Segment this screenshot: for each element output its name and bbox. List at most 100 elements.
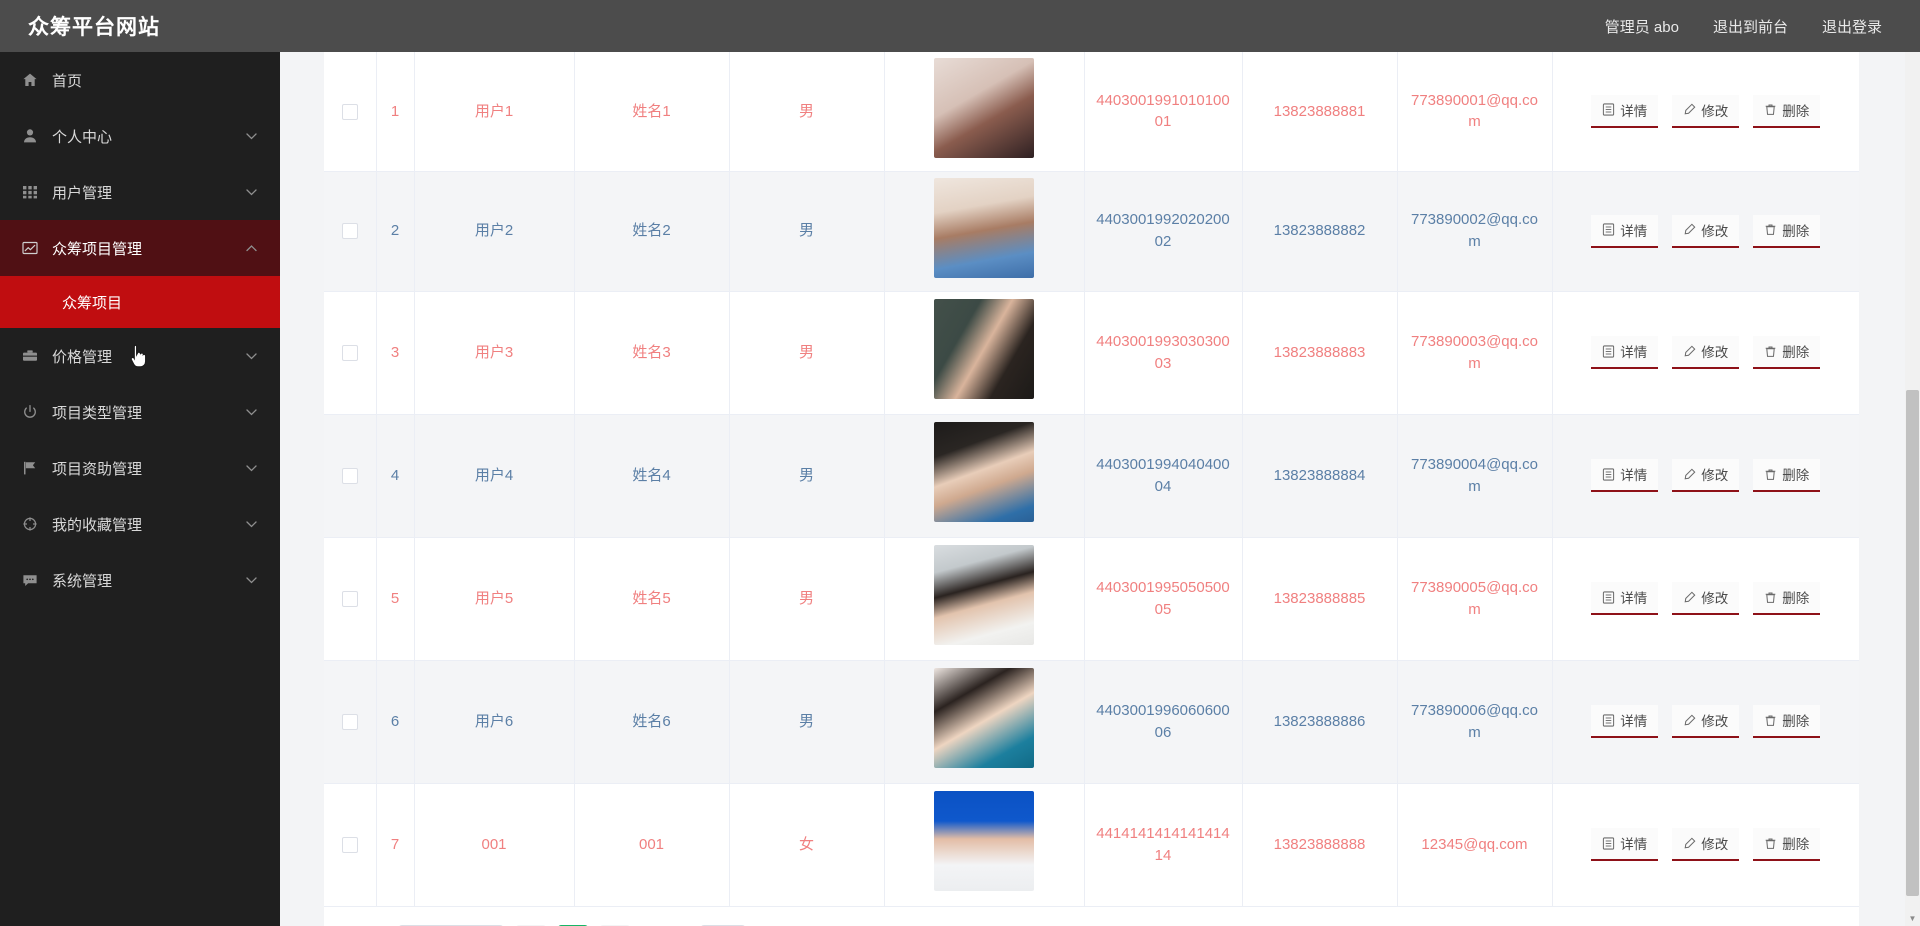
row-phone-cell: 13823888886 xyxy=(1242,660,1398,784)
row-index-cell: 3 xyxy=(376,291,415,415)
detail-button[interactable]: 详情 xyxy=(1591,336,1659,369)
row-phone-cell: 13823888882 xyxy=(1242,171,1398,292)
chevron-up-icon[interactable] xyxy=(244,244,258,252)
vertical-scrollbar[interactable]: ▼ xyxy=(1905,52,1920,926)
chevron-down-icon[interactable] xyxy=(244,520,258,528)
row-checkbox[interactable] xyxy=(341,103,358,120)
pencil-icon xyxy=(1684,103,1696,115)
detail-button-label: 详情 xyxy=(1620,468,1648,483)
edit-button[interactable]: 修改 xyxy=(1672,459,1740,492)
detail-button[interactable]: 详情 xyxy=(1591,828,1659,861)
row-action-group: 详情 修改 删除 xyxy=(1561,828,1852,861)
row-select-cell[interactable] xyxy=(324,171,377,292)
edit-button[interactable]: 修改 xyxy=(1672,336,1740,369)
flag-icon xyxy=(22,460,48,476)
delete-button-label: 删除 xyxy=(1782,223,1810,239)
sidebar-item-crowdfunding-management[interactable]: 众筹项目管理 xyxy=(0,220,280,276)
edit-button[interactable]: 修改 xyxy=(1672,94,1740,128)
table-row[interactable]: 7 001 001 女 441414141414141414 138238888… xyxy=(324,783,1859,907)
row-name-cell: 姓名6 xyxy=(574,660,730,784)
delete-button[interactable]: 删除 xyxy=(1753,459,1821,492)
table-row[interactable]: 3 用户3 姓名3 男 440300199303030003 138238888… xyxy=(324,291,1859,415)
row-checkbox[interactable] xyxy=(341,836,358,853)
chevron-down-icon[interactable] xyxy=(244,464,258,472)
trash-icon xyxy=(1765,591,1776,603)
row-select-cell[interactable] xyxy=(324,660,377,784)
exit-to-frontend-link[interactable]: 退出到前台 xyxy=(1713,16,1788,37)
row-actions-cell: 详情 修改 删除 xyxy=(1552,537,1859,661)
chevron-down-icon[interactable] xyxy=(244,408,258,416)
table-row[interactable]: 2 用户2 姓名2 男 440300199202020002 138238888… xyxy=(324,171,1859,292)
delete-button[interactable]: 删除 xyxy=(1753,214,1821,248)
edit-button[interactable]: 修改 xyxy=(1672,705,1740,738)
sidebar-item-personal-center[interactable]: 个人中心 xyxy=(0,108,280,164)
detail-button[interactable]: 详情 xyxy=(1591,705,1659,738)
user-icon xyxy=(22,128,48,144)
row-checkbox[interactable] xyxy=(341,223,358,240)
avatar-image xyxy=(934,299,1034,400)
detail-button[interactable]: 详情 xyxy=(1591,459,1659,492)
sidebar-item-home[interactable]: 首页 xyxy=(0,52,280,108)
detail-button[interactable]: 详情 xyxy=(1591,214,1659,248)
chevron-down-icon[interactable] xyxy=(244,132,258,140)
edit-button-label: 修改 xyxy=(1701,714,1729,729)
row-action-group: 详情 修改 删除 xyxy=(1561,214,1852,248)
chevron-down-icon[interactable] xyxy=(244,352,258,360)
row-index-cell: 1 xyxy=(376,52,415,172)
detail-button[interactable]: 详情 xyxy=(1591,94,1659,128)
row-name-cell: 姓名1 xyxy=(574,52,730,172)
sidebar-label-my-favorites-management: 我的收藏管理 xyxy=(52,516,143,534)
sidebar-item-price-management[interactable]: 价格管理 xyxy=(0,328,280,384)
edit-button[interactable]: 修改 xyxy=(1672,214,1740,248)
row-index-cell: 4 xyxy=(376,414,415,538)
delete-button[interactable]: 删除 xyxy=(1753,94,1821,128)
admin-name-label[interactable]: 管理员 abo xyxy=(1605,16,1679,37)
scrollbar-thumb[interactable] xyxy=(1906,390,1919,896)
row-checkbox[interactable] xyxy=(341,713,358,730)
row-select-cell[interactable] xyxy=(324,414,377,538)
delete-button[interactable]: 删除 xyxy=(1753,705,1821,738)
delete-button[interactable]: 删除 xyxy=(1753,582,1821,615)
row-name-cell: 姓名4 xyxy=(574,414,730,538)
row-idcard-cell: 440300199101010001 xyxy=(1084,52,1243,172)
edit-button-label: 修改 xyxy=(1701,223,1729,239)
table-row[interactable]: 6 用户6 姓名6 男 440300199606060006 138238888… xyxy=(324,660,1859,784)
table-row[interactable]: 5 用户5 姓名5 男 440300199505050005 138238888… xyxy=(324,537,1859,661)
row-select-cell[interactable] xyxy=(324,783,377,907)
sidebar-item-user-management[interactable]: 用户管理 xyxy=(0,164,280,220)
row-select-cell[interactable] xyxy=(324,291,377,415)
row-actions-cell: 详情 修改 删除 xyxy=(1552,414,1859,538)
avatar-image xyxy=(934,177,1034,278)
detail-button[interactable]: 详情 xyxy=(1591,582,1659,615)
sidebar-item-my-favorites-management[interactable]: 我的收藏管理 xyxy=(0,496,280,552)
row-email-cell: 773890002@qq.com xyxy=(1397,171,1553,292)
row-phone-cell: 13823888883 xyxy=(1242,291,1398,415)
table-row[interactable]: 4 用户4 姓名4 男 440300199404040004 138238888… xyxy=(324,414,1859,538)
row-checkbox[interactable] xyxy=(341,344,358,361)
sidebar-item-project-funding-management[interactable]: 项目资助管理 xyxy=(0,440,280,496)
row-idcard-cell: 440300199606060006 xyxy=(1084,660,1243,784)
row-select-cell[interactable] xyxy=(324,537,377,661)
trash-icon xyxy=(1765,224,1776,235)
delete-button[interactable]: 删除 xyxy=(1753,336,1821,369)
sidebar-subitem-crowdfunding-project[interactable]: 众筹项目 xyxy=(0,276,280,328)
sidebar-item-system-management[interactable]: 系统管理 xyxy=(0,552,280,608)
chevron-down-icon[interactable] xyxy=(244,576,258,584)
avatar-image xyxy=(934,668,1034,769)
edit-button[interactable]: 修改 xyxy=(1672,582,1740,615)
row-checkbox[interactable] xyxy=(341,590,358,607)
logout-link[interactable]: 退出登录 xyxy=(1822,16,1882,37)
row-checkbox[interactable] xyxy=(341,467,358,484)
edit-button-label: 修改 xyxy=(1701,345,1729,360)
document-icon xyxy=(1603,344,1615,358)
row-select-cell[interactable] xyxy=(324,52,377,172)
edit-button[interactable]: 修改 xyxy=(1672,828,1740,861)
delete-button[interactable]: 删除 xyxy=(1753,828,1821,861)
sidebar-item-project-type-management[interactable]: 项目类型管理 xyxy=(0,384,280,440)
chevron-down-icon[interactable] xyxy=(244,188,258,196)
row-username-cell: 用户1 xyxy=(414,52,575,172)
row-actions-cell: 详情 修改 删除 xyxy=(1552,783,1859,907)
scrollbar-down-arrow[interactable]: ▼ xyxy=(1905,911,1920,926)
table-row[interactable]: 1 用户1 姓名1 男 440300199101010001 138238888… xyxy=(324,52,1859,172)
row-phone-cell: 13823888884 xyxy=(1242,414,1398,538)
